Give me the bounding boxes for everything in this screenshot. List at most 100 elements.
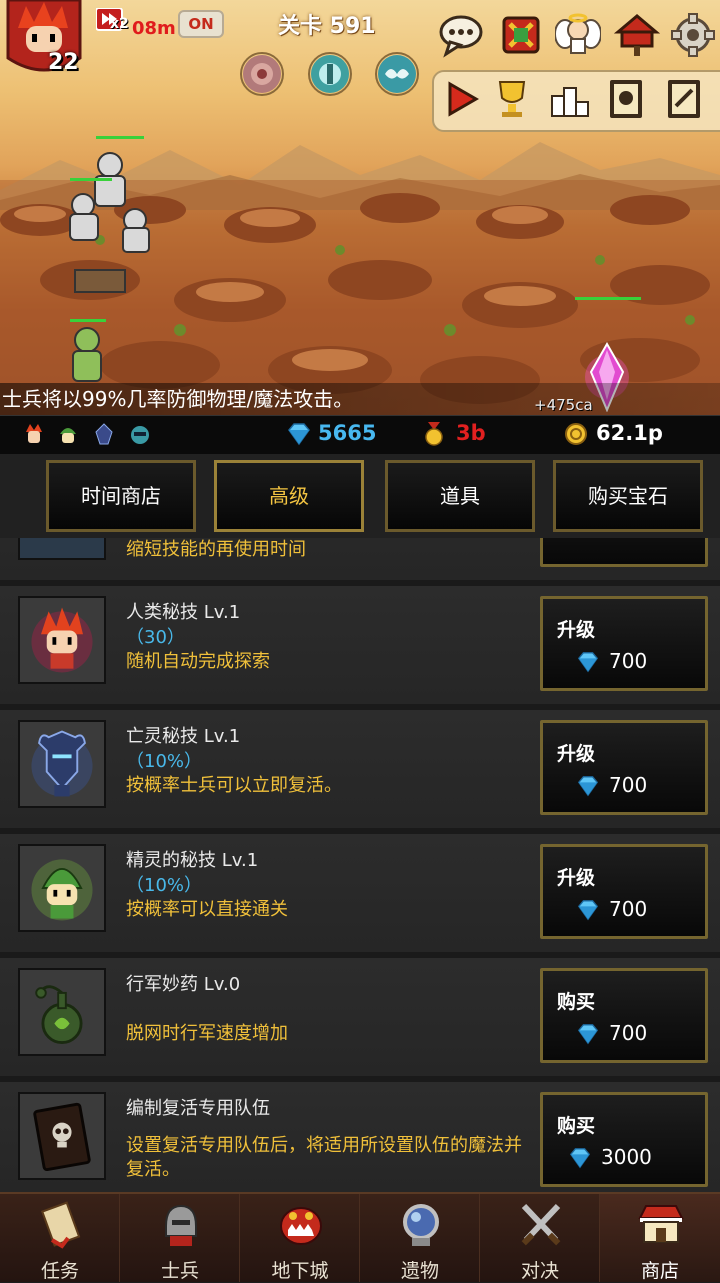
nav-label: 地下城 xyxy=(271,1260,329,1282)
guild-banner-icon[interactable] xyxy=(498,12,544,58)
list-item: 编制复活专用队伍 设置复活专用队伍后，将适用所设置队伍的魔法并复活。 购买 30… xyxy=(0,1082,720,1192)
button-label: 购买 xyxy=(557,991,596,1013)
item-description: 脱网时行军速度增加 xyxy=(126,1023,288,1044)
upgrade-button[interactable]: 升级 700 xyxy=(540,720,708,815)
soldier-hp-bar xyxy=(96,136,144,139)
nav-quests[interactable]: 任务 xyxy=(0,1194,120,1282)
medal-count: 3b xyxy=(456,421,486,445)
quest-book-icon[interactable] xyxy=(664,78,704,120)
item-description: 缩短技能的再使用时间 xyxy=(126,539,306,560)
skill-icon xyxy=(18,538,106,560)
soldier-group xyxy=(69,152,150,382)
gear-icon[interactable] xyxy=(670,12,716,58)
orb-icon xyxy=(403,1204,439,1246)
nav-duel[interactable]: 对决 xyxy=(480,1194,600,1282)
tab-items[interactable]: 道具 xyxy=(385,460,535,532)
gold-gain-popup: +475ca xyxy=(534,396,593,414)
shop-item-list[interactable]: 缩短技能的再使用时间 人类秘技 Lv.1 （30） 随机自动完成探索 升级 70… xyxy=(0,538,720,1192)
battle-scene: 22 x2 08m ON 关卡 591 士兵将以99%几率防御物理/魔法攻击。 … xyxy=(0,0,720,415)
buy-button[interactable]: 购买 3000 xyxy=(540,1092,708,1187)
gem-icon xyxy=(569,1148,591,1169)
shop-tab-bar: 时间商店 高级 道具 购买宝石 xyxy=(0,454,720,538)
buff-sword-icon[interactable] xyxy=(240,52,284,96)
button-label: 升级 xyxy=(557,743,596,765)
nav-label: 商店 xyxy=(640,1260,679,1282)
price: 3000 xyxy=(601,1145,652,1169)
human-race-icon xyxy=(26,424,42,443)
scroll-icon xyxy=(41,1201,81,1249)
buy-button[interactable]: 购买 700 xyxy=(540,968,708,1063)
button-label: 升级 xyxy=(557,619,596,641)
list-item: 缩短技能的再使用时间 xyxy=(0,538,720,586)
button-label: 购买 xyxy=(557,1115,596,1137)
skull-book-icon xyxy=(18,1092,106,1180)
gem-icon xyxy=(577,776,599,797)
chat-icon[interactable] xyxy=(438,12,484,58)
price: 700 xyxy=(609,1021,648,1045)
codex-book-icon[interactable] xyxy=(606,78,646,120)
item-description: 设置复活专用队伍后，将适用所设置队伍的魔法并复活。 xyxy=(126,1135,522,1180)
helmet-icon xyxy=(165,1204,197,1246)
nav-label: 对决 xyxy=(520,1260,559,1282)
list-item: 精灵的秘技 Lv.1 （10%） 按概率可以直接通关 升级 700 xyxy=(0,834,720,958)
elf-icon xyxy=(18,844,106,932)
buff-wings-icon[interactable] xyxy=(375,52,419,96)
boost-timer: 08m xyxy=(132,18,176,39)
ranking-podium-icon[interactable] xyxy=(550,78,590,120)
upgrade-button[interactable]: 升级 700 xyxy=(540,596,708,691)
nav-soldiers[interactable]: 士兵 xyxy=(120,1194,240,1282)
nav-label: 遗物 xyxy=(400,1260,439,1282)
item-title: 亡灵秘技 Lv.1 xyxy=(126,726,241,747)
medal-icon xyxy=(425,422,443,446)
battle-hint-text: 士兵将以99%几率防御物理/魔法攻击。 xyxy=(0,383,720,415)
item-description: 随机自动完成探索 xyxy=(126,651,270,672)
gem-count: 5665 xyxy=(318,421,377,445)
player-level: 22 xyxy=(48,50,79,75)
soldier-hp-bar xyxy=(70,319,106,322)
nav-shop[interactable]: 商店 xyxy=(600,1194,720,1282)
gem-icon xyxy=(577,652,599,673)
price: 700 xyxy=(609,773,648,797)
tab-premium[interactable]: 高级 xyxy=(214,460,364,532)
tab-time-shop[interactable]: 时间商店 xyxy=(46,460,196,532)
list-item: 人类秘技 Lv.1 （30） 随机自动完成探索 升级 700 xyxy=(0,586,720,710)
trophy-icon[interactable] xyxy=(492,78,532,120)
upgrade-button[interactable]: 升级 700 xyxy=(540,844,708,939)
item-title: 行军妙药 Lv.0 xyxy=(126,974,241,995)
potion-icon xyxy=(18,968,106,1056)
price: 700 xyxy=(609,897,648,921)
list-item: 亡灵秘技 Lv.1 （10%） 按概率士兵可以立即复活。 升级 700 xyxy=(0,710,720,834)
buff-spirit-icon[interactable] xyxy=(308,52,352,96)
nav-relics[interactable]: 遗物 xyxy=(360,1194,480,1282)
nav-dungeon[interactable]: 地下城 xyxy=(240,1194,360,1282)
auto-toggle[interactable]: ON xyxy=(178,10,224,38)
tab-buy-gems[interactable]: 购买宝石 xyxy=(553,460,703,532)
button-label: 升级 xyxy=(557,867,596,889)
bottom-navigation: 任务 士兵 地下城 遗物 对决 商店 xyxy=(0,1192,720,1282)
speed-multiplier: x2 xyxy=(110,16,129,32)
resource-bar: 5665 3b 62.1p xyxy=(0,415,720,455)
gem-icon xyxy=(577,900,599,921)
item-title: 精灵的秘技 Lv.1 xyxy=(126,850,259,871)
monster-icon xyxy=(280,1207,322,1245)
soldier-hp-bar xyxy=(70,178,112,181)
orc-race-icon xyxy=(131,426,149,444)
item-action-button[interactable] xyxy=(540,538,708,567)
item-description: 按概率可以直接通关 xyxy=(126,899,288,920)
gold-coin-icon xyxy=(565,423,587,445)
item-percent: （10%） xyxy=(126,751,203,772)
human-hero-icon xyxy=(18,596,106,684)
elf-race-icon xyxy=(60,428,76,443)
stage-label: 关卡 591 xyxy=(278,14,376,39)
gem-icon xyxy=(577,1024,599,1045)
gold-count: 62.1p xyxy=(596,421,663,445)
item-description: 按概率士兵可以立即复活。 xyxy=(126,775,342,796)
undead-knight-icon xyxy=(18,720,106,808)
mailbox-icon[interactable] xyxy=(614,12,660,58)
gem-icon xyxy=(288,423,310,446)
play-icon[interactable] xyxy=(442,78,482,120)
item-title: 人类秘技 Lv.1 xyxy=(126,602,241,623)
item-percent: （10%） xyxy=(126,875,203,896)
list-item: 行军妙药 Lv.0 脱网时行军速度增加 购买 700 xyxy=(0,958,720,1082)
angel-icon[interactable] xyxy=(555,12,601,58)
